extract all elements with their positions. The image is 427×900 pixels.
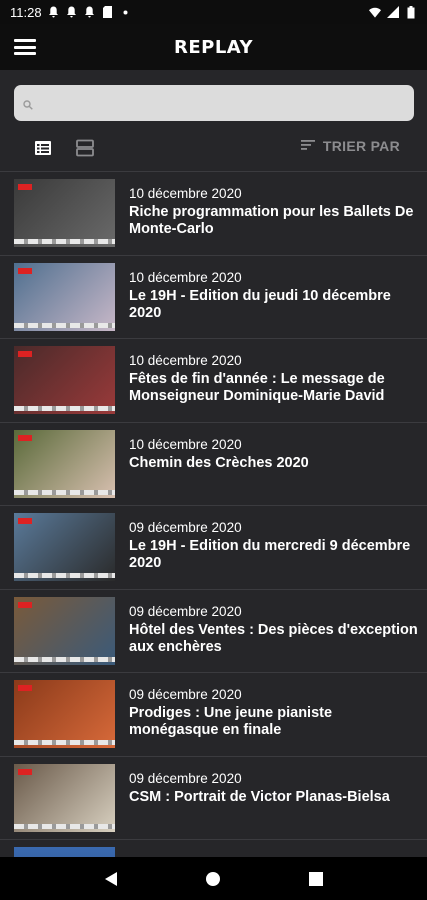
video-thumbnail [14,429,115,498]
channel-logo [18,351,32,357]
replay-list: 10 décembre 2020 Riche programmation pour… [0,171,427,857]
item-date: 10 décembre 2020 [129,269,242,285]
replay-item[interactable]: 09 décembre 2020 Hôtel des Ventes : Des p… [0,588,427,673]
notification-bell-icon [84,6,96,18]
replay-item[interactable]: 10 décembre 2020 Fêtes de fin d'année : L… [0,338,427,422]
item-title: Riche programmation pour les Ballets De … [129,204,414,237]
replay-item[interactable]: 09 décembre 2020 Le 19H - Edition du merc… [0,505,427,589]
thumbnail-caption-bar [14,823,115,829]
replay-item[interactable]: 09 décembre 2020 CSM : Portrait de Victor… [0,755,427,840]
toolbar: TRIER PAR [0,131,427,171]
item-text: 09 décembre 2020 Prodiges : Une jeune pia… [129,687,419,739]
search-field[interactable] [14,85,414,121]
sort-button[interactable]: TRIER PAR [300,138,400,154]
sort-icon [300,138,315,154]
item-text: 10 décembre 2020 Fêtes de fin d'année : L… [129,353,419,405]
wifi-icon [369,6,381,18]
item-date: 10 décembre 2020 [129,436,242,452]
replay-item[interactable]: 10 décembre 2020 Riche programmation pour… [0,171,427,255]
item-date: 09 décembre 2020 [129,603,242,619]
status-bar: 11:28 [0,0,427,24]
battery-icon [405,5,417,18]
channel-logo [18,184,32,190]
video-thumbnail [14,179,115,247]
video-thumbnail [14,262,115,331]
item-text: 09 décembre 2020 CSM : Portrait de Victor… [129,771,419,806]
item-title: Fêtes de fin d'année : Le message de Mon… [129,371,385,404]
channel-logo [18,434,32,441]
item-title: CSM : Portrait de Victor Planas-Bielsa [129,788,390,805]
channel-logo [18,685,32,691]
status-right [369,5,417,18]
item-title: Chemin des Crèches 2020 [129,454,309,471]
search-input[interactable] [14,85,414,121]
video-thumbnail [14,346,115,414]
sort-label: TRIER PAR [322,138,400,154]
item-title: Hôtel des Ventes : Des pièces d'exceptio… [129,621,418,655]
thumbnail-caption-bar [14,322,115,328]
item-date: 09 décembre 2020 [129,520,242,535]
video-thumbnail [14,763,115,832]
item-text: 10 décembre 2020 Riche programmation pour… [129,186,419,238]
item-text: 09 décembre 2020 Hôtel des Ventes : Des p… [129,604,419,656]
channel-logo [18,267,32,274]
search-icon [23,97,33,110]
item-date: 10 décembre 2020 [129,353,242,368]
item-text: 10 décembre 2020 Le 19H - Edition du jeud… [129,270,419,322]
video-thumbnail [14,513,115,581]
replay-content: TRIER PAR 10 décembre 2020 Riche programm… [0,70,427,857]
thumbnail-caption-bar [14,740,115,745]
replay-item[interactable]: 10 décembre 2020 Le 19H - Edition du jeud… [0,254,427,339]
list-view-icon[interactable] [33,139,53,157]
replay-item[interactable]: 10 décembre 2020 Chemin des Crèches 2020 [0,421,427,506]
item-title: Le 19H - Edition du jeudi 10 décembre 20… [129,287,391,321]
notification-bell-icon [48,6,60,18]
channel-logo [18,768,32,775]
item-date: 10 décembre 2020 [129,186,242,201]
signal-icon [387,6,399,18]
replay-item-partial[interactable] [0,839,427,857]
notification-bell-icon [66,6,78,18]
dot-icon [120,6,132,18]
item-text: 09 décembre 2020 Le 19H - Edition du merc… [129,520,419,572]
thumbnail-caption-bar [14,406,115,411]
thumbnail-caption-bar [14,489,115,495]
app-bar: REPLAY [0,24,427,70]
home-icon[interactable] [198,864,228,894]
video-thumbnail [14,680,115,748]
hamburger-menu-icon[interactable] [14,37,36,57]
channel-logo [18,601,32,608]
item-date: 09 décembre 2020 [129,687,242,702]
video-thumbnail [14,596,115,665]
page-title: REPLAY [173,36,254,58]
thumbnail-caption-bar [14,239,115,244]
replay-item[interactable]: 09 décembre 2020 Prodiges : Une jeune pia… [0,672,427,756]
thumbnail-caption-bar [14,573,115,578]
back-icon[interactable] [96,864,126,894]
item-title: Le 19H - Edition du mercredi 9 décembre … [129,538,411,571]
recents-icon[interactable] [301,864,331,894]
channel-logo [18,518,32,524]
thumbnail-caption-bar [14,656,115,662]
system-nav-bar [0,857,427,900]
item-title: Prodiges : Une jeune pianiste monégasque… [129,705,333,738]
status-left: 11:28 [10,5,132,20]
item-date: 09 décembre 2020 [129,770,242,786]
item-text: 10 décembre 2020 Chemin des Crèches 2020 [129,437,419,472]
card-view-icon[interactable] [75,138,95,158]
sd-card-icon [102,6,114,18]
status-time: 11:28 [10,4,42,20]
video-thumbnail [14,847,115,857]
